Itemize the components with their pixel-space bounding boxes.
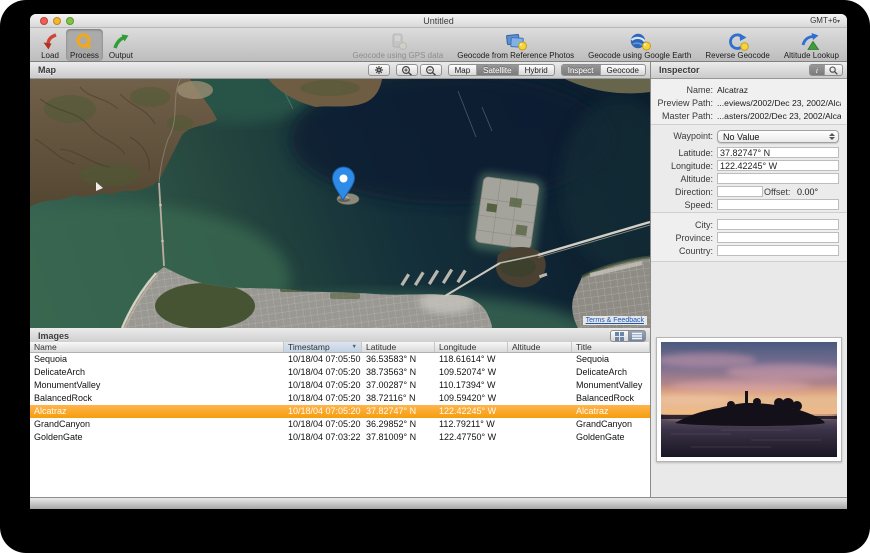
preview-path-value: ...eviews/2002/Dec 23, 2002/Alcatraz.tif xyxy=(717,97,841,109)
list-view-icon xyxy=(632,332,642,340)
table-row[interactable]: DelicateArch 10/18/04 07:05:20 PM 38.735… xyxy=(30,366,650,379)
column-header-timestamp[interactable]: Timestamp▼ xyxy=(284,342,362,352)
inspector-panel-title: Inspector xyxy=(655,65,700,75)
zoom-out-icon xyxy=(424,65,438,76)
map-panel-header: Map Map Satellite xyxy=(30,62,650,79)
province-field[interactable] xyxy=(717,232,839,243)
map-tool-segmented-control: Inspect Geocode xyxy=(561,64,646,76)
map-pane: Map Map Satellite xyxy=(30,62,650,497)
speed-field[interactable] xyxy=(717,199,839,210)
inspector-location-section: City: Province: Country: xyxy=(651,213,847,262)
zoom-in-icon xyxy=(400,65,414,76)
map-type-map[interactable]: Map xyxy=(449,65,478,75)
gear-icon xyxy=(372,65,386,75)
status-bar xyxy=(30,497,847,509)
inspector-preview-section xyxy=(651,262,847,496)
geocode-gps-button: Geocode using GPS data xyxy=(348,29,447,61)
inspector-pane: Inspector i Name: Alcatraz Preview Path:… xyxy=(651,62,847,497)
altitude-lookup-button[interactable]: Altitude Lookup xyxy=(780,29,843,61)
output-button[interactable]: Output xyxy=(105,29,137,61)
column-header-name[interactable]: Name xyxy=(30,342,284,352)
process-button[interactable]: Process xyxy=(66,29,103,61)
sort-descending-icon: ▼ xyxy=(352,342,357,352)
map-attribution-link[interactable]: Terms & Feedback xyxy=(583,316,647,325)
chevron-down-icon: ▾ xyxy=(837,19,840,25)
table-row[interactable]: BalancedRock 10/18/04 07:05:20 PM 38.721… xyxy=(30,392,650,405)
table-row[interactable]: Sequoia 10/18/04 07:05:50 PM 36.53583° N… xyxy=(30,353,650,366)
column-header-title[interactable]: Title xyxy=(572,342,650,352)
table-row[interactable]: MonumentValley 10/18/04 07:05:20 PM 37.0… xyxy=(30,379,650,392)
map-type-segmented-control: Map Satellite Hybrid xyxy=(448,64,555,76)
list-view-button[interactable] xyxy=(628,330,646,342)
map-type-hybrid[interactable]: Hybrid xyxy=(519,65,554,75)
inspector-gps-section: Waypoint: No Value Latitude: 37.82747° N… xyxy=(651,125,847,213)
table-row[interactable]: Alcatraz 10/18/04 07:05:20 PM 37.82747° … xyxy=(30,405,650,418)
geocode-google-earth-button[interactable]: Geocode using Google Earth xyxy=(584,29,695,61)
waypoint-dropdown[interactable]: No Value xyxy=(717,130,839,143)
window-title: Untitled xyxy=(30,16,847,26)
column-header-latitude[interactable]: Latitude xyxy=(362,342,435,352)
direction-field[interactable] xyxy=(717,186,763,197)
map-zoom-out-button[interactable] xyxy=(420,64,442,76)
table-row[interactable]: GrandCanyon 10/18/04 07:05:20 PM 36.2985… xyxy=(30,418,650,431)
process-icon xyxy=(74,31,94,51)
images-table-header: Name Timestamp▼ Latitude Longitude Altit… xyxy=(30,342,650,353)
inspector-panel-header: Inspector i xyxy=(651,62,847,79)
reverse-geocode-button[interactable]: Reverse Geocode xyxy=(701,29,773,61)
latitude-field[interactable]: 37.82747° N xyxy=(717,147,839,158)
load-icon xyxy=(40,31,60,51)
grid-view-icon xyxy=(615,332,624,341)
altitude-lookup-icon xyxy=(799,31,823,51)
grid-view-button[interactable] xyxy=(610,330,628,342)
inspector-identity-section: Name: Alcatraz Preview Path: ...eviews/2… xyxy=(651,79,847,125)
images-panel-title: Images xyxy=(34,331,69,341)
offset-value: 0.00° xyxy=(797,186,818,198)
column-header-altitude[interactable]: Altitude xyxy=(508,342,572,352)
output-icon xyxy=(111,31,131,51)
longitude-field[interactable]: 122.42245° W xyxy=(717,160,839,171)
search-icon xyxy=(829,66,838,75)
inspector-search-tab[interactable] xyxy=(825,65,842,75)
load-button[interactable]: Load xyxy=(36,29,64,61)
close-button[interactable] xyxy=(40,17,48,25)
screen-frame: Untitled GMT+6▾ Load Process Output xyxy=(0,0,870,553)
altitude-field[interactable] xyxy=(717,173,839,184)
table-row[interactable]: GoldenGate 10/18/04 07:03:22 PM 37.81009… xyxy=(30,431,650,444)
tool-inspect[interactable]: Inspect xyxy=(562,65,601,75)
images-table-body: Sequoia 10/18/04 07:05:50 PM 36.53583° N… xyxy=(30,353,650,497)
map-type-satellite[interactable]: Satellite xyxy=(477,65,518,75)
master-path-value: ...asters/2002/Dec 23, 2002/Alcatraz.tif xyxy=(717,110,841,122)
satellite-map[interactable]: Terms & Feedback xyxy=(30,79,650,328)
toolbar: Load Process Output Geocode using GPS xyxy=(30,28,847,62)
google-earth-icon xyxy=(628,31,652,51)
titlebar: Untitled GMT+6▾ xyxy=(30,14,847,28)
map-zoom-in-button[interactable] xyxy=(396,64,418,76)
map-panel-title: Map xyxy=(34,65,56,75)
city-field[interactable] xyxy=(717,219,839,230)
country-field[interactable] xyxy=(717,245,839,256)
reverse-geocode-icon xyxy=(726,31,750,51)
map-settings-button[interactable] xyxy=(368,64,390,76)
reference-photos-icon xyxy=(504,31,528,51)
name-value: Alcatraz xyxy=(717,84,841,96)
inspector-mode-segmented-control: i xyxy=(809,64,843,76)
content-area: Map Map Satellite xyxy=(30,62,847,497)
tool-geocode[interactable]: Geocode xyxy=(601,65,645,75)
timezone-menu[interactable]: GMT+6▾ xyxy=(810,16,840,25)
inspector-info-tab[interactable]: i xyxy=(810,65,825,75)
app-window: Untitled GMT+6▾ Load Process Output xyxy=(30,14,847,509)
minimize-button[interactable] xyxy=(53,17,61,25)
column-header-longitude[interactable]: Longitude xyxy=(435,342,508,352)
zoom-button[interactable] xyxy=(66,17,74,25)
geocode-reference-photos-button[interactable]: Geocode from Reference Photos xyxy=(453,29,578,61)
photo-thumbnail xyxy=(656,337,842,462)
stepper-arrows-icon xyxy=(829,133,835,140)
gps-device-icon xyxy=(387,31,409,51)
